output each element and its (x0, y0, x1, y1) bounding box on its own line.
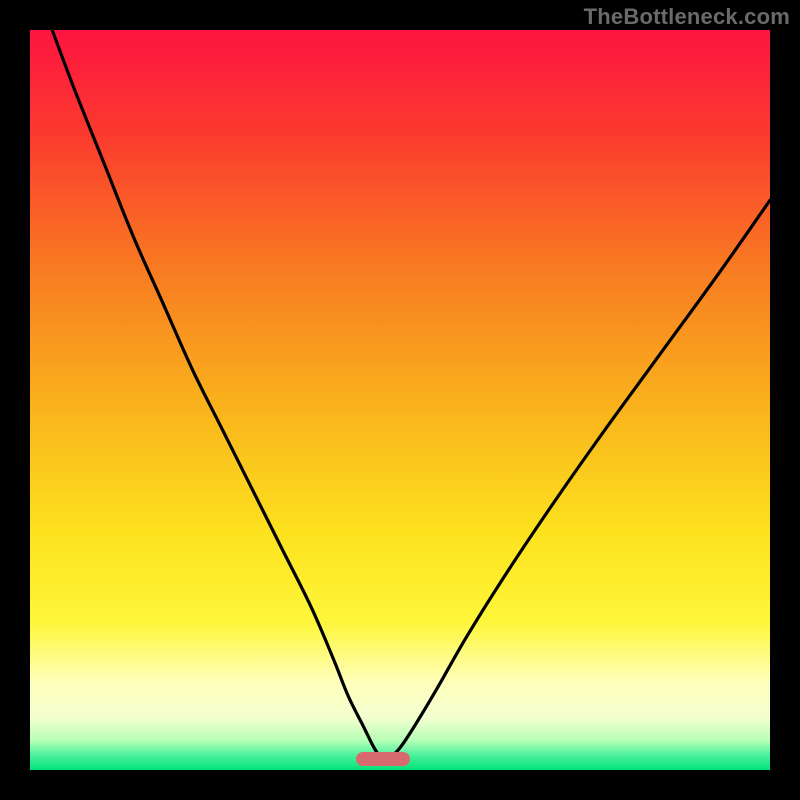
curve-left-branch (52, 30, 381, 759)
curve-right-branch (389, 200, 770, 759)
optimum-marker (356, 752, 410, 766)
bottleneck-curve (30, 30, 770, 770)
watermark-text: TheBottleneck.com (584, 4, 790, 30)
outer-frame: TheBottleneck.com (0, 0, 800, 800)
